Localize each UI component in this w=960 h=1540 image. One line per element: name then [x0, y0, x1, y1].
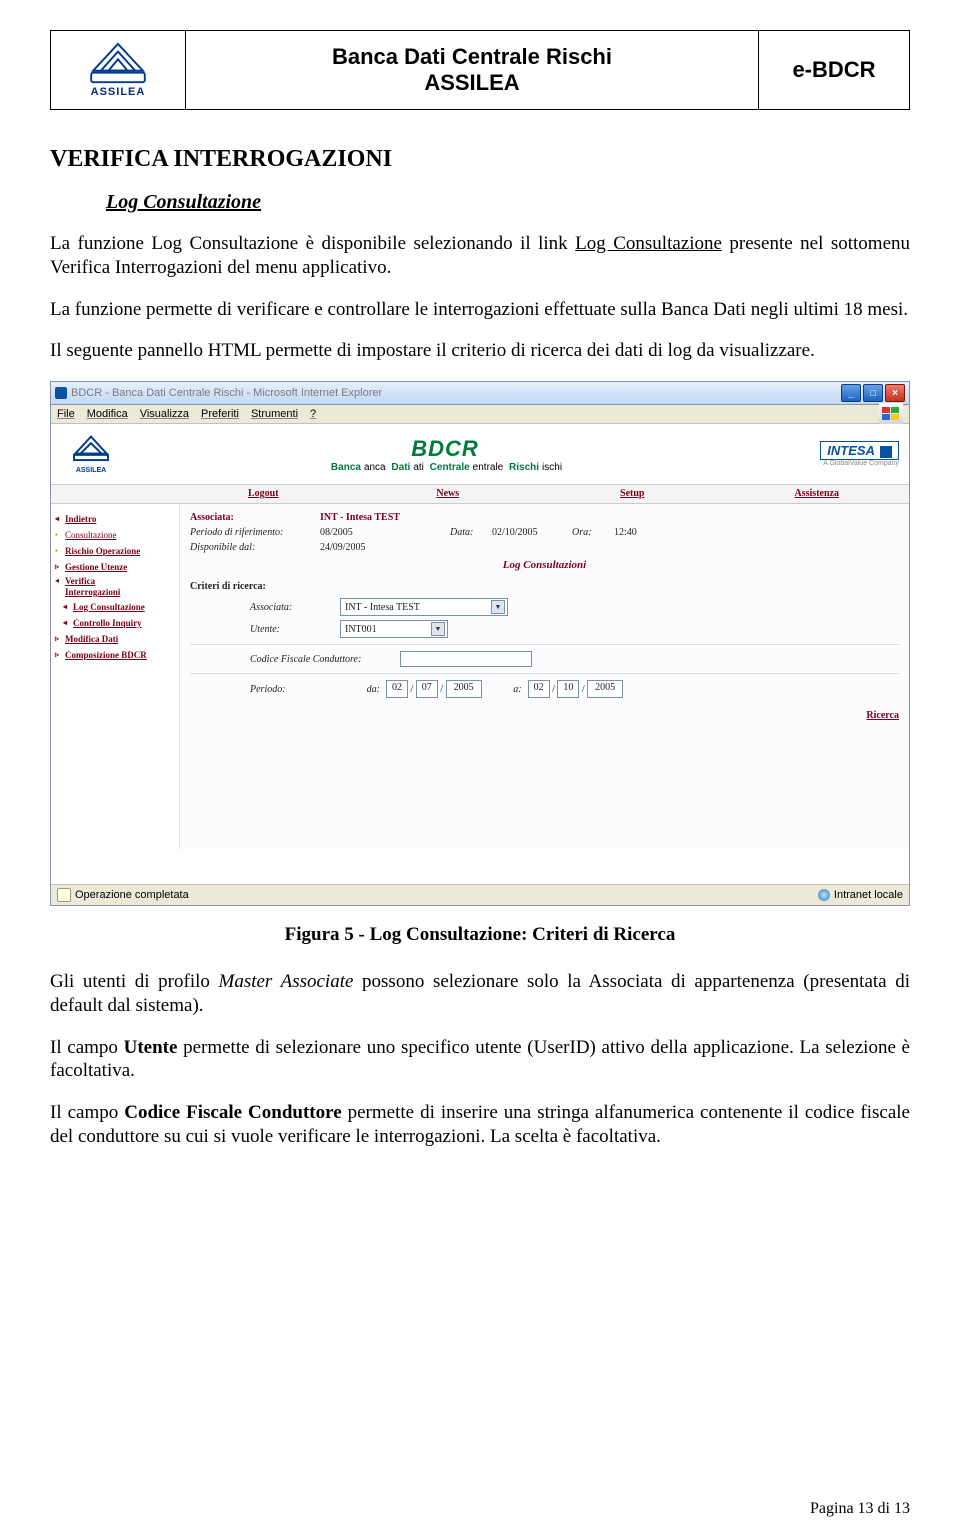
ora-label: Ora:: [572, 527, 614, 538]
f-assoc-select[interactable]: INT - Intesa TEST ▼: [340, 598, 508, 616]
dropdown-icon: ▼: [491, 600, 505, 614]
sidebar-verifica[interactable]: VerificaInterrogazioni: [65, 576, 120, 598]
close-button[interactable]: ×: [885, 384, 905, 402]
sidebar-log-consultazione[interactable]: Log Consultazione: [73, 600, 175, 614]
window-title: BDCR - Banca Dati Centrale Rischi - Micr…: [71, 387, 382, 399]
paragraph-5: Il campo Utente permette di selezionare …: [50, 1036, 910, 1084]
disp-value: 24/09/2005: [320, 542, 366, 553]
p1-a: La funzione Log Consultazione è disponib…: [50, 233, 575, 254]
zone-text: Intranet locale: [834, 889, 903, 901]
main-nav: Logout News Setup Assistenza: [51, 484, 909, 504]
bdcr-subtitle: Bancaanca Datiati Centraleentrale Rischi…: [121, 462, 769, 473]
header-logo-text: ASSILEA: [91, 86, 146, 98]
assoc-value: INT - Intesa TEST: [320, 512, 400, 523]
main-panel: Associata: INT - Intesa TEST Periodo di …: [180, 504, 909, 849]
menu-tools[interactable]: Strumenti: [251, 408, 298, 420]
header-logo: ASSILEA: [51, 31, 186, 109]
nav-news[interactable]: News: [356, 485, 541, 503]
paragraph-1: La funzione Log Consultazione è disponib…: [50, 232, 910, 280]
page-content: ASSILEA BDCR Bancaanca Datiati Centralee…: [51, 424, 909, 884]
f-utente-value: INT001: [345, 624, 377, 635]
dropdown-icon: ▼: [431, 622, 445, 636]
minimize-button[interactable]: _: [841, 384, 861, 402]
sidebar-modifica-dati[interactable]: Modifica Dati: [65, 632, 175, 646]
f-cf-label: Codice Fiscale Conduttore:: [250, 654, 400, 665]
f-utente-label: Utente:: [250, 624, 340, 635]
maximize-button[interactable]: □: [863, 384, 883, 402]
menubar[interactable]: File Modifica Visualizza Preferiti Strum…: [51, 405, 909, 424]
p1-link-text: Log Consultazione: [575, 233, 722, 254]
statusbar: Operazione completata Intranet locale: [51, 884, 909, 905]
periodo-rif-value: 08/2005: [320, 527, 450, 538]
disp-label: Disponibile dal:: [190, 542, 320, 553]
top-banner: ASSILEA BDCR Bancaanca Datiati Centralee…: [51, 424, 909, 484]
nav-assistenza[interactable]: Assistenza: [725, 485, 910, 503]
page-footer: Pagina 13 di 13: [810, 1500, 910, 1518]
paragraph-6: Il campo Codice Fiscale Conduttore perme…: [50, 1101, 910, 1149]
ricerca-button[interactable]: Ricerca: [190, 710, 899, 721]
sidebar: Indietro Consultazione Rischio Operazion…: [51, 504, 180, 849]
doc-header: ASSILEA Banca Dati Centrale Rischi ASSIL…: [50, 30, 910, 110]
header-title: Banca Dati Centrale Rischi ASSILEA: [186, 31, 759, 109]
status-done-icon: [57, 888, 71, 902]
sidebar-composizione[interactable]: Composizione BDCR: [65, 648, 175, 662]
menu-file[interactable]: File: [57, 408, 75, 420]
f-a-label: a:: [482, 684, 528, 695]
data-label: Data:: [450, 527, 492, 538]
status-text: Operazione completata: [75, 889, 189, 901]
f-cf-input[interactable]: [400, 651, 532, 667]
menu-view[interactable]: Visualizza: [140, 408, 189, 420]
paragraph-2: La funzione permette di verificare e con…: [50, 298, 910, 322]
nav-setup[interactable]: Setup: [540, 485, 725, 503]
ie-icon: [55, 387, 67, 399]
menu-help[interactable]: ?: [310, 408, 316, 420]
banner-title: BDCR Bancaanca Datiati Centraleentrale R…: [121, 436, 769, 473]
brand-name: INTESA: [827, 443, 875, 458]
figure-caption: Figura 5 - Log Consultazione: Criteri di…: [50, 924, 910, 946]
paragraph-3: Il seguente pannello HTML permette di im…: [50, 339, 910, 363]
browser-window: BDCR - Banca Dati Centrale Rischi - Micr…: [50, 381, 910, 906]
sidebar-consultazione[interactable]: Consultazione: [65, 528, 175, 542]
sidebar-indietro[interactable]: Indietro: [65, 512, 175, 526]
sidebar-gestione[interactable]: Gestione Utenze: [65, 560, 175, 574]
assilea-logo-icon: [89, 42, 147, 86]
f-periodo-label: Periodo:: [250, 684, 340, 695]
heading-2: Log Consultazione: [106, 191, 910, 214]
criteri-label: Criteri di ricerca:: [190, 581, 899, 592]
f-a-month[interactable]: 10: [557, 680, 579, 698]
windows-flag-icon: [879, 403, 903, 425]
heading-1: VERIFICA INTERROGAZIONI: [50, 146, 910, 173]
f-da-month[interactable]: 07: [416, 680, 438, 698]
f-assoc-label: Associata:: [250, 602, 340, 613]
menu-fav[interactable]: Preferiti: [201, 408, 239, 420]
periodo-rif-label: Periodo di riferimento:: [190, 527, 320, 538]
f-da-year[interactable]: 2005: [446, 680, 482, 698]
paragraph-4: Gli utenti di profilo Master Associate p…: [50, 970, 910, 1018]
menu-edit[interactable]: Modifica: [87, 408, 128, 420]
f-utente-select[interactable]: INT001 ▼: [340, 620, 448, 638]
brand-sub: A GlobalValue Company: [769, 460, 899, 467]
banner-logo-text: ASSILEA: [61, 467, 121, 474]
sidebar-rischio[interactable]: Rischio Operazione: [65, 544, 175, 558]
f-da-label: da:: [340, 684, 386, 695]
banner-logo: ASSILEA: [61, 434, 121, 474]
intranet-icon: [818, 889, 830, 901]
window-titlebar[interactable]: BDCR - Banca Dati Centrale Rischi - Micr…: [51, 382, 909, 405]
f-da-day[interactable]: 02: [386, 680, 408, 698]
f-assoc-value: INT - Intesa TEST: [345, 602, 420, 613]
nav-logout[interactable]: Logout: [171, 485, 356, 503]
ora-value: 12:40: [614, 527, 637, 538]
f-a-day[interactable]: 02: [528, 680, 550, 698]
header-tag: e-BDCR: [759, 31, 909, 109]
sidebar-controllo-inquiry[interactable]: Controllo Inquiry: [73, 616, 175, 630]
banner-brand: INTESA A GlobalValue Company: [769, 441, 899, 467]
panel-title: Log Consultazioni: [190, 559, 899, 571]
data-value: 02/10/2005: [492, 527, 572, 538]
assoc-label: Associata:: [190, 512, 320, 523]
f-a-year[interactable]: 2005: [587, 680, 623, 698]
screenshot-figure: BDCR - Banca Dati Centrale Rischi - Micr…: [50, 381, 910, 906]
bdcr-title: BDCR: [121, 436, 769, 462]
